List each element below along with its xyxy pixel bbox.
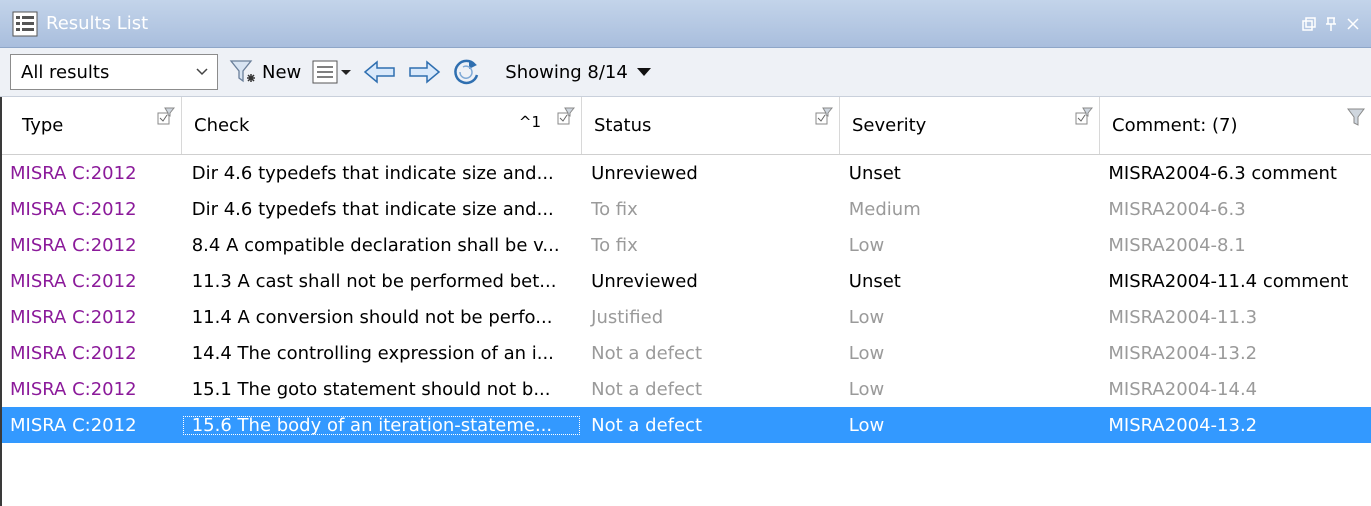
- column-header-type[interactable]: Type: [2, 97, 182, 154]
- arrow-left-icon: [364, 60, 396, 84]
- cell-type: MISRA C:2012: [10, 234, 137, 256]
- columns-menu-button[interactable]: [311, 58, 353, 86]
- column-label-status: Status: [594, 115, 652, 136]
- column-label-severity: Severity: [852, 115, 927, 136]
- cell-comment: MISRA2004-13.2: [1108, 414, 1258, 436]
- cell-check: 14.4 The controlling expression of an i.…: [191, 342, 554, 364]
- column-label-check: Check: [194, 115, 250, 136]
- table-row[interactable]: MISRA C:2012 8.4 A compatible declaratio…: [2, 227, 1371, 263]
- table-row[interactable]: MISRA C:2012 11.4 A conversion should no…: [2, 299, 1371, 335]
- column-filter-icon[interactable]: [157, 107, 176, 132]
- cell-severity: Low: [848, 234, 885, 256]
- cell-severity: Medium: [848, 198, 921, 220]
- cell-status: Unreviewed: [591, 162, 698, 184]
- arrow-right-icon: [409, 60, 441, 84]
- results-list-window: Results List All results New Showing 8/1…: [0, 0, 1371, 506]
- showing-count-label: Showing 8/14: [505, 61, 628, 83]
- cell-check: 11.4 A conversion should not be perfo...: [191, 306, 553, 328]
- columns-icon: [312, 60, 352, 84]
- column-filter-icon[interactable]: [557, 107, 576, 132]
- refresh-button[interactable]: [451, 57, 483, 87]
- cell-status: To fix: [591, 234, 638, 256]
- table-row[interactable]: MISRA C:2012 11.3 A cast shall not be pe…: [2, 263, 1371, 299]
- new-filter-button[interactable]: New: [228, 57, 301, 87]
- title-bar: Results List: [0, 0, 1371, 48]
- table-row-selected[interactable]: MISRA C:2012 15.6 The body of an iterati…: [2, 407, 1371, 443]
- cell-comment: MISRA2004-6.3: [1108, 198, 1246, 220]
- column-header-check[interactable]: Check ^1: [182, 97, 582, 154]
- undock-icon[interactable]: [1301, 16, 1317, 32]
- new-filter-label: New: [262, 61, 302, 83]
- column-filter-icon[interactable]: [1075, 107, 1094, 132]
- table-row[interactable]: MISRA C:2012 Dir 4.6 typedefs that indic…: [2, 155, 1371, 191]
- chevron-down-icon[interactable]: [187, 67, 217, 77]
- cell-type: MISRA C:2012: [10, 162, 137, 184]
- cell-status: Not a defect: [591, 414, 703, 436]
- cell-status: To fix: [591, 198, 638, 220]
- table-body: MISRA C:2012 Dir 4.6 typedefs that indic…: [2, 155, 1371, 443]
- cell-type: MISRA C:2012: [10, 306, 137, 328]
- sort-ascending-indicator: ^1: [518, 113, 541, 131]
- showing-count-menu[interactable]: Showing 8/14: [505, 62, 652, 83]
- column-label-type: Type: [22, 115, 64, 136]
- cell-check: 15.6 The body of an iteration-stateme...: [182, 415, 581, 436]
- cell-status: Not a defect: [591, 342, 703, 364]
- cell-comment: MISRA2004-6.3 comment: [1108, 162, 1337, 184]
- cell-comment: MISRA2004-14.4: [1108, 378, 1258, 400]
- table-row[interactable]: MISRA C:2012 14.4 The controlling expres…: [2, 335, 1371, 371]
- cell-type: MISRA C:2012: [10, 270, 137, 292]
- cell-comment: MISRA2004-11.4 comment: [1108, 270, 1349, 292]
- list-icon: [12, 11, 38, 36]
- pin-icon[interactable]: [1323, 16, 1339, 32]
- cell-severity: Low: [848, 342, 885, 364]
- cell-severity: Low: [848, 306, 885, 328]
- cell-check: Dir 4.6 typedefs that indicate size and.…: [191, 198, 554, 220]
- cell-status: Unreviewed: [591, 270, 698, 292]
- cell-severity: Unset: [848, 162, 901, 184]
- column-filter-icon[interactable]: [1347, 107, 1365, 132]
- results-table: Type Check ^1 Status Severity Comment: (…: [0, 97, 1371, 506]
- column-header-severity[interactable]: Severity: [840, 97, 1100, 154]
- cell-comment: MISRA2004-8.1: [1108, 234, 1246, 256]
- cell-severity: Unset: [848, 270, 901, 292]
- toolbar: All results New Showing 8/14: [0, 48, 1371, 97]
- cell-check: 8.4 A compatible declaration shall be v.…: [191, 234, 560, 256]
- results-filter-value: All results: [21, 61, 110, 83]
- cell-type: MISRA C:2012: [10, 342, 137, 364]
- cell-check: 11.3 A cast shall not be performed bet..…: [191, 270, 557, 292]
- previous-result-button[interactable]: [363, 59, 397, 85]
- close-icon[interactable]: [1345, 16, 1361, 32]
- column-header-comment[interactable]: Comment: (7): [1100, 97, 1371, 154]
- results-filter-dropdown[interactable]: All results: [10, 54, 218, 90]
- column-label-comment: Comment: (7): [1112, 115, 1238, 136]
- table-row[interactable]: MISRA C:2012 Dir 4.6 typedefs that indic…: [2, 191, 1371, 227]
- cell-check: 15.1 The goto statement should not b...: [191, 378, 551, 400]
- window-title: Results List: [46, 13, 149, 34]
- refresh-icon: [454, 59, 479, 85]
- next-result-button[interactable]: [407, 59, 441, 85]
- table-row[interactable]: MISRA C:2012 15.1 The goto statement sho…: [2, 371, 1371, 407]
- cell-status: Not a defect: [591, 378, 703, 400]
- cell-type: MISRA C:2012: [10, 198, 137, 220]
- column-header-status[interactable]: Status: [582, 97, 840, 154]
- table-header: Type Check ^1 Status Severity Comment: (…: [2, 97, 1371, 155]
- new-filter-icon: [229, 60, 255, 83]
- cell-comment: MISRA2004-13.2: [1108, 342, 1258, 364]
- cell-type: MISRA C:2012: [10, 378, 137, 400]
- cell-comment: MISRA2004-11.3: [1108, 306, 1258, 328]
- cell-severity: Low: [848, 378, 885, 400]
- caret-down-icon: [636, 68, 651, 76]
- column-filter-icon[interactable]: [815, 107, 834, 132]
- cell-type: MISRA C:2012: [10, 414, 137, 436]
- cell-status: Justified: [591, 306, 664, 328]
- cell-check: Dir 4.6 typedefs that indicate size and.…: [191, 162, 554, 184]
- cell-severity: Low: [848, 414, 885, 436]
